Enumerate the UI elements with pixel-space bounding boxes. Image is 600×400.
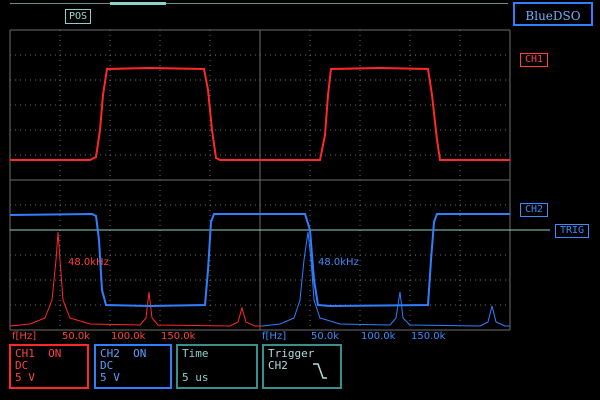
- ch1-fft-frequency: 48.0kHz: [68, 257, 109, 268]
- ch2-fft-tick: 100.0k: [361, 331, 396, 342]
- falling-edge-icon: [313, 363, 327, 379]
- ch1-fft-tick: 100.0k: [111, 331, 146, 342]
- ch2-fft-frequency: 48.0kHz: [318, 257, 359, 268]
- ch2-settings-panel[interactable]: CH2 ON DC 5 V: [94, 344, 172, 389]
- ch1-fft-trace: [9, 231, 262, 327]
- ch2-scale: 5 V: [100, 371, 120, 384]
- ch1-state: ON: [48, 347, 62, 360]
- ch2-level-marker[interactable]: CH2: [520, 203, 549, 217]
- graticule: [9, 29, 550, 331]
- trigger-level-marker[interactable]: TRIG: [555, 224, 590, 238]
- ch2-state: ON: [133, 347, 147, 360]
- ch2-fft-tick: 50.0k: [311, 331, 340, 342]
- ch1-level-marker[interactable]: CH1: [520, 53, 549, 67]
- time-scale: 5 us: [182, 371, 209, 384]
- ch1-scale: 5 V: [15, 371, 35, 384]
- time-title: Time: [182, 347, 209, 360]
- ch1-fft-tick: 50.0k: [62, 331, 91, 342]
- ch2-fft-tick: 150.0k: [411, 331, 446, 342]
- ch1-fft-axis-label: f[Hz]: [12, 331, 37, 342]
- ch2-fft-trace: [261, 231, 510, 327]
- time-settings-panel[interactable]: Time 5 us: [176, 344, 258, 389]
- ch1-fft-tick: 150.0k: [161, 331, 196, 342]
- trigger-source: CH2: [268, 359, 288, 372]
- ch2-fft-axis-label: f[Hz]: [262, 331, 287, 342]
- trigger-settings-panel[interactable]: Trigger CH2: [262, 344, 342, 389]
- ch1-settings-panel[interactable]: CH1 ON DC 5 V: [9, 344, 89, 389]
